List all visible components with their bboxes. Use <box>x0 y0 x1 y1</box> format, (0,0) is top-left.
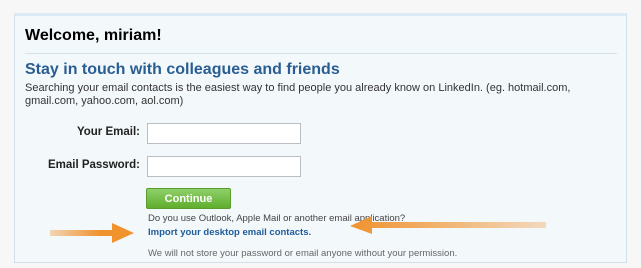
contact-import-panel: Welcome, miriam! Stay in touch with coll… <box>14 13 627 263</box>
page-title: Stay in touch with colleagues and friend… <box>25 61 340 78</box>
privacy-note: We will not store your password or email… <box>148 248 458 259</box>
import-desktop-contacts-link[interactable]: Import your desktop email contacts. <box>148 227 311 238</box>
email-field[interactable] <box>147 123 301 144</box>
desktop-email-question: Do you use Outlook, Apple Mail or anothe… <box>148 213 406 224</box>
password-label: Email Password: <box>47 159 140 171</box>
password-field[interactable] <box>147 156 301 177</box>
continue-button[interactable]: Continue <box>146 188 231 209</box>
welcome-heading: Welcome, miriam! <box>25 27 162 44</box>
screenshot-frame: Welcome, miriam! Stay in touch with coll… <box>0 0 641 268</box>
divider <box>25 53 617 54</box>
intro-description: Searching your email contacts is the eas… <box>25 82 571 107</box>
email-label: Your Email: <box>76 126 140 138</box>
